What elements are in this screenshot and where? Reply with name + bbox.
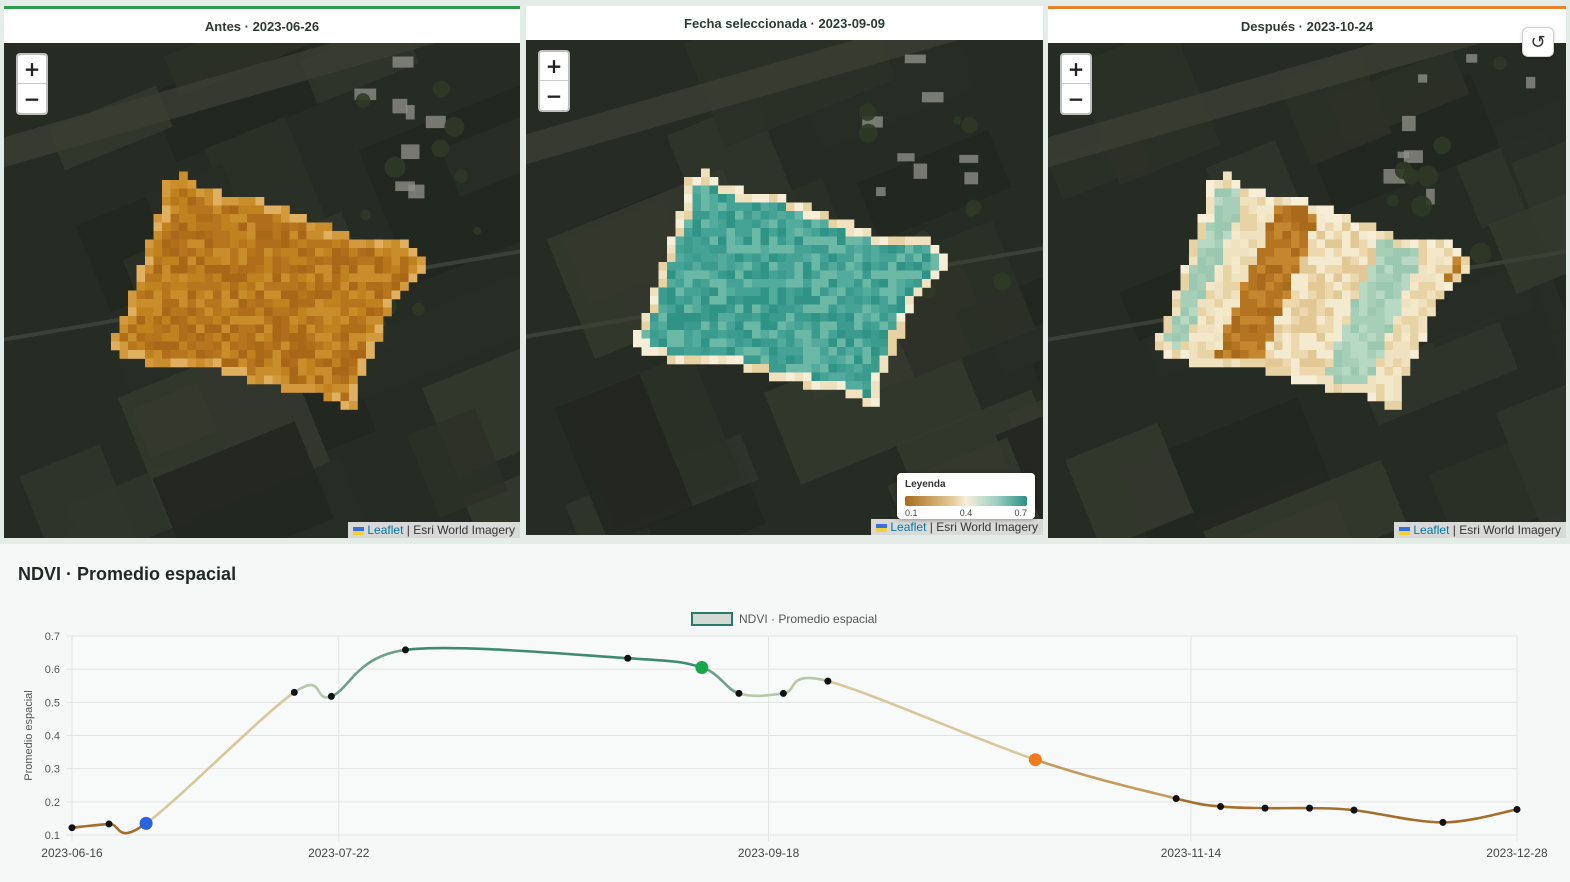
data-point[interactable] xyxy=(1261,804,1269,812)
data-point[interactable] xyxy=(290,688,298,696)
zoom-in-button[interactable]: + xyxy=(18,55,46,84)
data-point[interactable] xyxy=(1350,806,1358,814)
y-tick-label: 0.1 xyxy=(45,830,60,842)
reset-view-icon[interactable]: ↺ xyxy=(1522,27,1554,57)
zoom-in-button[interactable]: + xyxy=(540,52,568,81)
satellite-imagery xyxy=(526,40,1043,535)
ndvi-section: NDVI · Promedio espacial 0.1 0.2 0.3 0.4 0.5… xyxy=(0,544,1570,882)
zoom-out-button[interactable]: − xyxy=(18,84,46,113)
data-point[interactable] xyxy=(401,646,409,654)
zoom-control[interactable]: + − xyxy=(1060,53,1092,115)
ukraine-flag-icon xyxy=(1399,526,1411,535)
legend-mid: 0.4 xyxy=(959,508,973,518)
map-panel-selected[interactable]: Fecha seleccionada · 2023-09-09 + − Leafle… xyxy=(526,6,1043,535)
map-comparison: Antes · 2023-06-26 + − Leaflet | Esri Worl… xyxy=(0,0,1570,544)
panel-title: Antes · 2023-06-26 xyxy=(4,9,520,43)
x-tick-label: 2023-07-22 xyxy=(308,846,370,860)
legend-max: 0.7 xyxy=(1014,508,1027,518)
map-panel-after[interactable]: Después · 2023-10-24 + − Leaflet | Esri Wo… xyxy=(1048,6,1566,538)
y-tick-label: 0.3 xyxy=(45,764,60,776)
y-tick-label: 0.4 xyxy=(45,731,60,743)
y-tick-label: 0.6 xyxy=(45,664,60,676)
ndvi-line-chart: 0.1 0.2 0.3 0.4 0.5 0.6 0.7 2023-06-16 2023-07-2… xyxy=(23,612,1548,860)
satellite-imagery xyxy=(1048,43,1566,538)
map-view[interactable]: + − Leaflet | Esri World Imagery xyxy=(4,43,520,538)
x-tick-label: 2023-09-18 xyxy=(738,846,800,860)
data-point[interactable] xyxy=(327,692,335,700)
data-point[interactable] xyxy=(105,820,113,828)
panel-title: Fecha seleccionada · 2023-09-09 xyxy=(526,6,1043,40)
y-axis-label: Promedio espacial xyxy=(23,690,35,781)
zoom-in-button[interactable]: + xyxy=(1062,55,1090,84)
section-title: NDVI · Promedio espacial xyxy=(18,564,237,584)
map-attribution: Leaflet | Esri World Imagery xyxy=(871,519,1043,535)
legend-swatch[interactable] xyxy=(691,612,733,626)
data-point[interactable] xyxy=(1306,804,1314,812)
y-tick-label: 0.7 xyxy=(45,631,60,643)
ukraine-flag-icon xyxy=(353,526,365,535)
zoom-out-button[interactable]: − xyxy=(540,81,568,110)
satellite-imagery xyxy=(4,43,520,538)
data-point[interactable] xyxy=(779,689,787,697)
data-point[interactable] xyxy=(824,677,832,685)
y-tick-label: 0.5 xyxy=(45,697,60,709)
attribution-text: | Esri World Imagery xyxy=(403,523,515,537)
legend-min: 0.1 xyxy=(905,508,918,518)
data-point[interactable] xyxy=(1217,802,1225,810)
x-tick-label: 2023-11-14 xyxy=(1161,846,1222,860)
map-attribution: Leaflet | Esri World Imagery xyxy=(348,522,520,538)
legend-label[interactable]: NDVI · Promedio espacial xyxy=(739,612,877,626)
attribution-text: | Esri World Imagery xyxy=(1449,523,1561,537)
data-point[interactable] xyxy=(624,654,632,662)
map-view[interactable]: + − Leaflet | Esri World Imagery Leyenda 0.1… xyxy=(526,40,1043,535)
ukraine-flag-icon xyxy=(876,523,888,532)
data-point[interactable] xyxy=(735,689,743,697)
leaflet-link[interactable]: Leaflet xyxy=(890,520,926,534)
data-point[interactable] xyxy=(1172,795,1180,803)
x-tick-label: 2023-06-16 xyxy=(41,846,103,860)
legend-title: Leyenda xyxy=(905,479,946,490)
data-point[interactable] xyxy=(1439,818,1447,826)
leaflet-link[interactable]: Leaflet xyxy=(1413,523,1449,537)
data-point[interactable] xyxy=(68,824,76,832)
map-panel-before[interactable]: Antes · 2023-06-26 + − Leaflet | Esri Worl… xyxy=(4,6,520,538)
map-attribution: Leaflet | Esri World Imagery xyxy=(1394,522,1566,538)
x-tick-label: 2023-12-28 xyxy=(1486,846,1548,860)
highlight-point[interactable] xyxy=(695,661,709,675)
y-tick-label: 0.2 xyxy=(45,797,60,809)
highlight-point[interactable] xyxy=(139,816,153,830)
leaflet-link[interactable]: Leaflet xyxy=(367,523,403,537)
zoom-control[interactable]: + − xyxy=(16,53,48,115)
zoom-control[interactable]: + − xyxy=(538,50,570,112)
legend-color-ramp xyxy=(905,496,1027,506)
attribution-text: | Esri World Imagery xyxy=(926,520,1038,534)
map-view[interactable]: + − Leaflet | Esri World Imagery xyxy=(1048,43,1566,538)
ndvi-legend: Leyenda 0.1 0.4 0.7 xyxy=(897,473,1035,519)
highlight-point[interactable] xyxy=(1028,753,1042,767)
zoom-out-button[interactable]: − xyxy=(1062,84,1090,113)
panel-title: Después · 2023-10-24 xyxy=(1048,9,1566,43)
data-point[interactable] xyxy=(1513,805,1521,813)
